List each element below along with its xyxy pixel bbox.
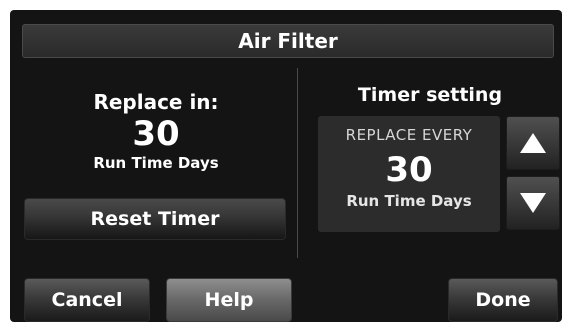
panel-divider xyxy=(297,68,298,258)
replace-panel: Replace in: 30 Run Time Days xyxy=(20,90,292,172)
reset-timer-button[interactable]: Reset Timer xyxy=(24,198,286,240)
thermostat-screen: Air Filter Replace in: 30 Run Time Days … xyxy=(10,10,562,322)
replace-in-label: Replace in: xyxy=(93,90,219,114)
timer-setting-display: REPLACE EVERY 30 Run Time Days xyxy=(318,116,500,232)
help-button[interactable]: Help xyxy=(166,278,292,322)
timer-setting-label: Timer setting xyxy=(357,84,503,106)
replace-in-unit: Run Time Days xyxy=(93,154,219,172)
arrow-up-icon xyxy=(520,133,546,153)
timer-value: 30 xyxy=(385,150,433,190)
cancel-button[interactable]: Cancel xyxy=(24,278,150,322)
page-title: Air Filter xyxy=(22,24,554,58)
increase-button[interactable] xyxy=(506,116,560,170)
done-button[interactable]: Done xyxy=(448,278,558,322)
decrease-button[interactable] xyxy=(506,176,560,230)
replace-every-caption: REPLACE EVERY xyxy=(345,126,473,144)
arrow-down-icon xyxy=(520,193,546,213)
replace-in-value: 30 xyxy=(132,114,180,154)
timer-unit: Run Time Days xyxy=(346,192,472,210)
